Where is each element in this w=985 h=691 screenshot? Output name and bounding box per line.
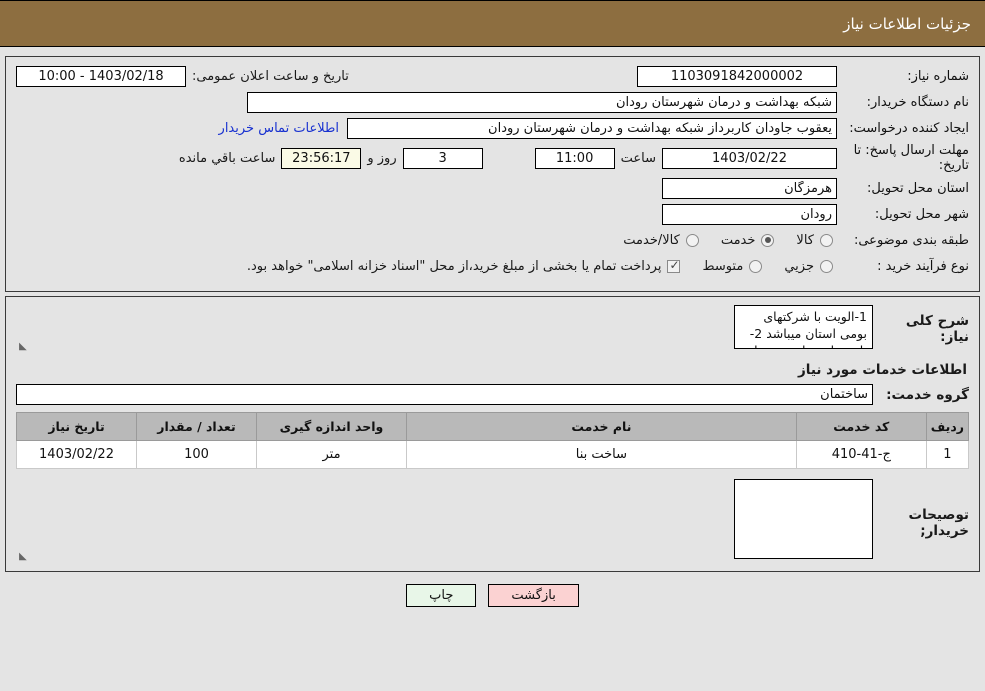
row-service-group: گروه خدمت:: [16, 384, 969, 405]
deadline-hour-label: ساعت: [620, 150, 656, 166]
back-button[interactable]: بازگشت: [488, 584, 579, 607]
row-need-number: شماره نیاز: تاریخ و ساعت اعلان عمومی:: [16, 65, 969, 87]
row-province: استان محل تحویل:: [16, 177, 969, 199]
services-section-title: اطلاعات خدمات مورد نیاز: [797, 362, 967, 378]
col-service-name: نام خدمت: [406, 412, 797, 441]
need-info-panel: شماره نیاز: تاریخ و ساعت اعلان عمومی: نا…: [5, 56, 980, 292]
deadline-hour-input[interactable]: [534, 147, 615, 169]
purchase-type-radio-group: جزیي متوسط: [684, 259, 837, 274]
row-city: شهر محل تحویل:: [16, 203, 969, 225]
footer-buttons: بازگشت چاپ: [0, 584, 985, 607]
resize-handle-icon[interactable]: ◢: [19, 341, 27, 352]
cell-service-code: ج-41-410: [795, 440, 927, 469]
window-header: جزئیات اطلاعات نیاز: [0, 0, 985, 47]
row-deadline: مهلت ارسال پاسخ: تا تاریخ: ساعت روز و سا…: [16, 143, 969, 173]
radio-purchase-medium-label: متوسط: [702, 258, 744, 274]
page-root: AriaTender.net جزئیات اطلاعات نیاز شماره…: [0, 0, 985, 691]
buyer-org-input[interactable]: [247, 91, 837, 113]
service-group-label: گروه خدمت:: [886, 386, 969, 403]
buyer-notes-label: توصیحات خریدار;: [908, 507, 969, 539]
general-description-label: شرح کلی نیاز:: [905, 313, 969, 345]
details-panel: شرح کلی نیاز: ◢ اطلاعات خدمات مورد نیاز …: [5, 296, 980, 572]
row-purchase-type: نوع فرآیند خرید : جزیي متوسط پرداخت تمام…: [16, 255, 969, 277]
public-announce-label: تاریخ و ساعت اعلان عمومی:: [192, 68, 349, 84]
treasury-bonds-checkbox[interactable]: [667, 258, 681, 273]
buyer-org-label: نام دستگاه خریدار:: [866, 94, 969, 110]
service-group-input[interactable]: [16, 384, 873, 405]
remaining-hours-label: ساعت باقي مانده: [178, 150, 276, 166]
radio-category-goods[interactable]: [820, 233, 833, 247]
need-number-label: شماره نیاز:: [907, 68, 969, 84]
row-general-description: شرح کلی نیاز: ◢: [16, 305, 969, 353]
radio-category-service[interactable]: [761, 233, 775, 247]
col-quantity: تعداد / مقدار: [136, 412, 257, 441]
row-requester: ایجاد کننده درخواست: اطلاعات تماس خریدار: [16, 117, 969, 139]
deadline-label: مهلت ارسال پاسخ: تا تاریخ:: [853, 143, 969, 173]
cell-need-date: 1403/02/22: [16, 440, 137, 469]
category-label: طبقه بندی موضوعی:: [853, 232, 969, 248]
general-description-textarea[interactable]: [734, 305, 873, 349]
resize-handle-icon[interactable]: ◢: [19, 551, 27, 562]
radio-category-goods-service-label: کالا/خدمت: [623, 232, 680, 248]
city-label: شهر محل تحویل:: [874, 206, 969, 222]
row-buyer-org: نام دستگاه خریدار:: [16, 91, 969, 113]
cell-service-name: ساخت بنا: [406, 440, 797, 469]
days-label: روز و: [367, 150, 397, 166]
countdown-timer: [281, 147, 362, 169]
need-number-input[interactable]: [637, 65, 837, 87]
province-label: استان محل تحویل:: [867, 180, 969, 196]
radio-category-goods-label: کالا: [796, 232, 814, 248]
requester-label: ایجاد کننده درخواست:: [849, 120, 969, 136]
category-radio-group: کالا خدمت کالا/خدمت: [605, 233, 837, 248]
radio-purchase-minor[interactable]: [820, 259, 833, 273]
radio-category-goods-service[interactable]: [685, 233, 699, 247]
row-category: طبقه بندی موضوعی: کالا خدمت کالا/خدمت: [16, 229, 969, 251]
radio-purchase-minor-label: جزیي: [784, 258, 814, 274]
province-input[interactable]: [662, 177, 837, 199]
buyer-notes-textarea[interactable]: [734, 479, 873, 559]
col-unit: واحد اندازه گیری: [256, 412, 407, 441]
table-header-row: ردیف کد خدمت نام خدمت واحد اندازه گیری ت…: [16, 412, 970, 441]
col-need-date: تاریخ نیاز: [16, 412, 137, 441]
page-title: جزئیات اطلاعات نیاز: [843, 14, 971, 33]
col-service-code: کد خدمت: [795, 412, 927, 441]
cell-row: 1: [925, 440, 970, 469]
buyer-contact-link[interactable]: اطلاعات تماس خریدار: [211, 121, 347, 136]
purchase-type-label: نوع فرآیند خرید :: [877, 258, 969, 274]
requester-input[interactable]: [347, 117, 837, 139]
treasury-bonds-text: پرداخت تمام یا بخشی از مبلغ خرید،از محل …: [246, 258, 662, 274]
row-buyer-notes: توصیحات خریدار; ◢: [16, 479, 969, 563]
cell-quantity: 100: [136, 440, 257, 469]
public-announce-input[interactable]: [16, 65, 186, 87]
col-row: ردیف: [925, 412, 970, 441]
remaining-days-input[interactable]: [402, 147, 483, 169]
cell-unit: متر: [256, 440, 407, 469]
radio-purchase-medium[interactable]: [749, 259, 763, 273]
services-table: ردیف کد خدمت نام خدمت واحد اندازه گیری ت…: [16, 412, 970, 469]
radio-category-service-label: خدمت: [720, 232, 756, 248]
table-row[interactable]: 1 ج-41-410 ساخت بنا متر 100 1403/02/22: [16, 440, 970, 469]
deadline-date-input[interactable]: [662, 147, 837, 169]
city-input[interactable]: [662, 203, 837, 225]
print-button[interactable]: چاپ: [406, 584, 477, 607]
